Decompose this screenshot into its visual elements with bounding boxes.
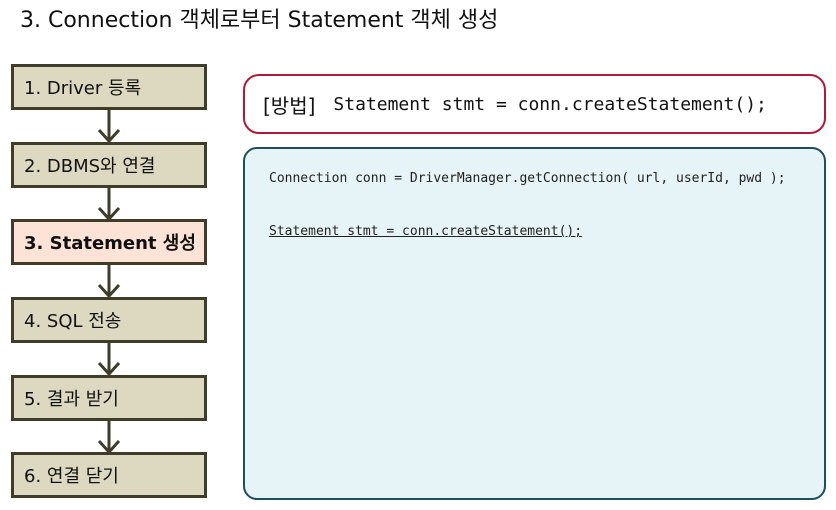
step-label: 2. DBMS와 연결 xyxy=(24,156,156,177)
method-label: [방법] xyxy=(263,93,316,118)
code-example-box: Connection conn = DriverManager.getConne… xyxy=(243,147,826,500)
arrow-down-icon xyxy=(97,265,121,299)
step-dbms-connect: 2. DBMS와 연결 xyxy=(11,142,207,188)
step-sql-send: 4. SQL 전송 xyxy=(11,297,207,343)
page-title: 3. Connection 객체로부터 Statement 객체 생성 xyxy=(20,8,499,33)
step-connection-close: 6. 연결 닫기 xyxy=(11,452,207,498)
step-driver-register: 1. Driver 등록 xyxy=(11,64,207,110)
step-label: 4. SQL 전송 xyxy=(24,311,122,332)
arrow-down-icon xyxy=(97,421,121,455)
arrow-down-icon xyxy=(97,343,121,377)
step-label: 6. 연결 닫기 xyxy=(24,466,119,487)
step-statement-create: 3. Statement 생성 xyxy=(11,219,207,265)
arrow-down-icon xyxy=(97,110,121,144)
step-result-receive: 5. 결과 받기 xyxy=(11,375,207,421)
arrow-down-icon xyxy=(97,188,121,222)
step-label: 5. 결과 받기 xyxy=(24,389,119,410)
method-code: Statement stmt = conn.createStatement(); xyxy=(333,93,767,115)
step-label: 3. Statement 생성 xyxy=(24,233,196,254)
code-line-statement: Statement stmt = conn.createStatement(); xyxy=(269,224,583,239)
step-label: 1. Driver 등록 xyxy=(24,78,142,99)
method-box: [방법] Statement stmt = conn.createStateme… xyxy=(243,74,826,134)
code-line-connection: Connection conn = DriverManager.getConne… xyxy=(269,171,786,186)
